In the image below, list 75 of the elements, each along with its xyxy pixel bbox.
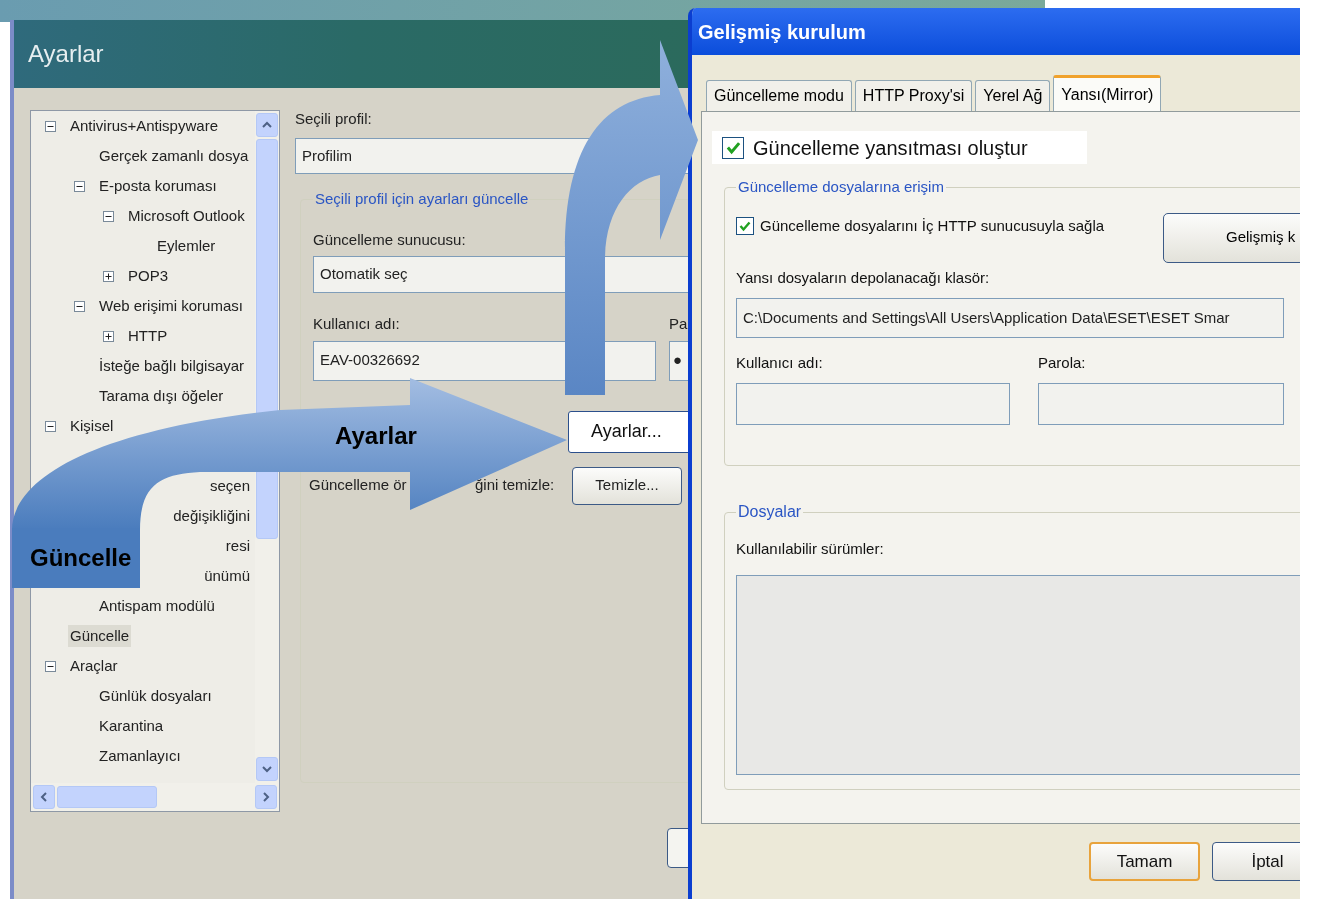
tree-item[interactable]: değişikliğini [171, 504, 252, 528]
field-label: Kullanılabilir sürümler: [736, 539, 885, 559]
tree-item[interactable]: İsteğe bağlı bilgisayar [97, 354, 247, 378]
scroll-down-icon [262, 764, 272, 774]
field-label: Seçili profil: [295, 109, 373, 129]
tree-item[interactable]: Güncelle [68, 624, 132, 648]
folder-field[interactable]: C:\Documents and Settings\All Users\Application Data\ESET\ESET Smar [736, 298, 1284, 338]
window-title: Gelişmiş kurulum [698, 19, 866, 45]
arrow-label: Ayarlar [335, 421, 417, 451]
field-label: Güncelleme ör [309, 475, 408, 496]
tree-item[interactable]: E-posta koruması [97, 174, 219, 198]
tab[interactable]: HTTP Proxy'si [854, 80, 973, 111]
tree-item[interactable]: Araçlar [68, 654, 120, 678]
tree-item[interactable]: Antivirus+Antispyware [68, 114, 220, 138]
arrow-label: Güncelle [12, 528, 140, 588]
tree-item[interactable]: Antispam modülü [97, 594, 217, 618]
minus-box-icon[interactable] [103, 210, 114, 222]
tab[interactable]: Güncelleme modu [706, 80, 852, 111]
minus-box-icon[interactable] [45, 120, 56, 132]
group-title: Seçili profil için ayarları güncelle [314, 189, 530, 209]
dialog-button[interactable]: Tamam [1089, 842, 1200, 881]
tree-item[interactable]: POP3 [126, 264, 171, 288]
field-label: ğini temizle: [475, 475, 556, 496]
scroll-thumb[interactable] [57, 786, 157, 808]
group-title: Güncelleme dosyalarına erişim [737, 177, 945, 197]
minus-box-icon[interactable] [74, 180, 85, 192]
checkbox-label: Güncelleme yansıtması oluştur [753, 135, 1028, 161]
tree-item[interactable]: Kişisel [68, 414, 116, 438]
scroll-down-button[interactable] [256, 757, 278, 781]
tree-item[interactable]: resi [223, 534, 252, 558]
field-label: Kullanıcı adı: [313, 313, 401, 334]
advanced-button[interactable]: Gelişmiş k [1163, 212, 1300, 263]
checkbox-row[interactable]: Güncelleme yansıtması oluştur [712, 131, 1087, 164]
field-label: Kullanıcı adı: [736, 353, 824, 373]
check-icon [725, 140, 741, 155]
minus-box-icon[interactable] [45, 420, 56, 432]
clear-button[interactable]: Temizle... [572, 466, 682, 505]
tab[interactable]: Yansı(Mirror) [1053, 75, 1162, 111]
scroll-up-icon [262, 120, 272, 130]
plus-box-icon[interactable] [103, 330, 114, 342]
window-title: Ayarlar [28, 39, 104, 69]
group-title: Dosyalar [737, 502, 803, 522]
dialog-button[interactable]: İptal [1212, 842, 1300, 881]
tree-item[interactable]: seçen [207, 474, 252, 498]
field-label: Yansı dosyaların depolanacağı klasör: [736, 267, 991, 288]
password-field[interactable] [1038, 382, 1284, 425]
tab[interactable]: Yerel Ağ [975, 80, 1051, 111]
vertical-scrollbar[interactable] [255, 111, 279, 783]
minus-box-icon[interactable] [74, 300, 85, 312]
tree-item[interactable]: Web erişimi koruması [97, 294, 245, 318]
scroll-right-button[interactable] [255, 785, 277, 809]
tree-item[interactable]: Gerçek zamanlı dosya [97, 144, 251, 168]
scroll-right-icon [261, 792, 271, 802]
tree-item[interactable]: Karantina [97, 714, 166, 738]
tree-item[interactable]: Zamanlayıcı [97, 744, 183, 768]
username-field[interactable] [736, 382, 1010, 425]
field-label: Pa [669, 313, 689, 334]
field-label: Güncelleme sunucusu: [313, 229, 467, 250]
checkbox[interactable] [722, 136, 744, 159]
scroll-left-button[interactable] [33, 785, 55, 809]
tree-item[interactable]: Tarama dışı öğeler [97, 384, 226, 408]
tree-item[interactable]: HTTP [126, 324, 170, 348]
scroll-left-icon [39, 792, 49, 802]
scroll-up-button[interactable] [256, 113, 278, 137]
tree-item[interactable]: Günlük dosyaları [97, 684, 214, 708]
minus-box-icon[interactable] [45, 660, 56, 672]
checkbox[interactable] [736, 216, 754, 235]
field-label: Parola: [1038, 353, 1087, 373]
horizontal-scrollbar[interactable] [31, 783, 279, 811]
check-icon [739, 219, 751, 232]
tree-item[interactable]: Microsoft Outlook [126, 204, 247, 228]
checkbox-label: Güncelleme dosyalarını İç HTTP sunucusuyla sağla [760, 215, 1105, 236]
tree-item[interactable]: Eylemler [155, 234, 218, 258]
tree-item[interactable]: ünümü [202, 564, 252, 588]
plus-box-icon[interactable] [103, 270, 114, 282]
